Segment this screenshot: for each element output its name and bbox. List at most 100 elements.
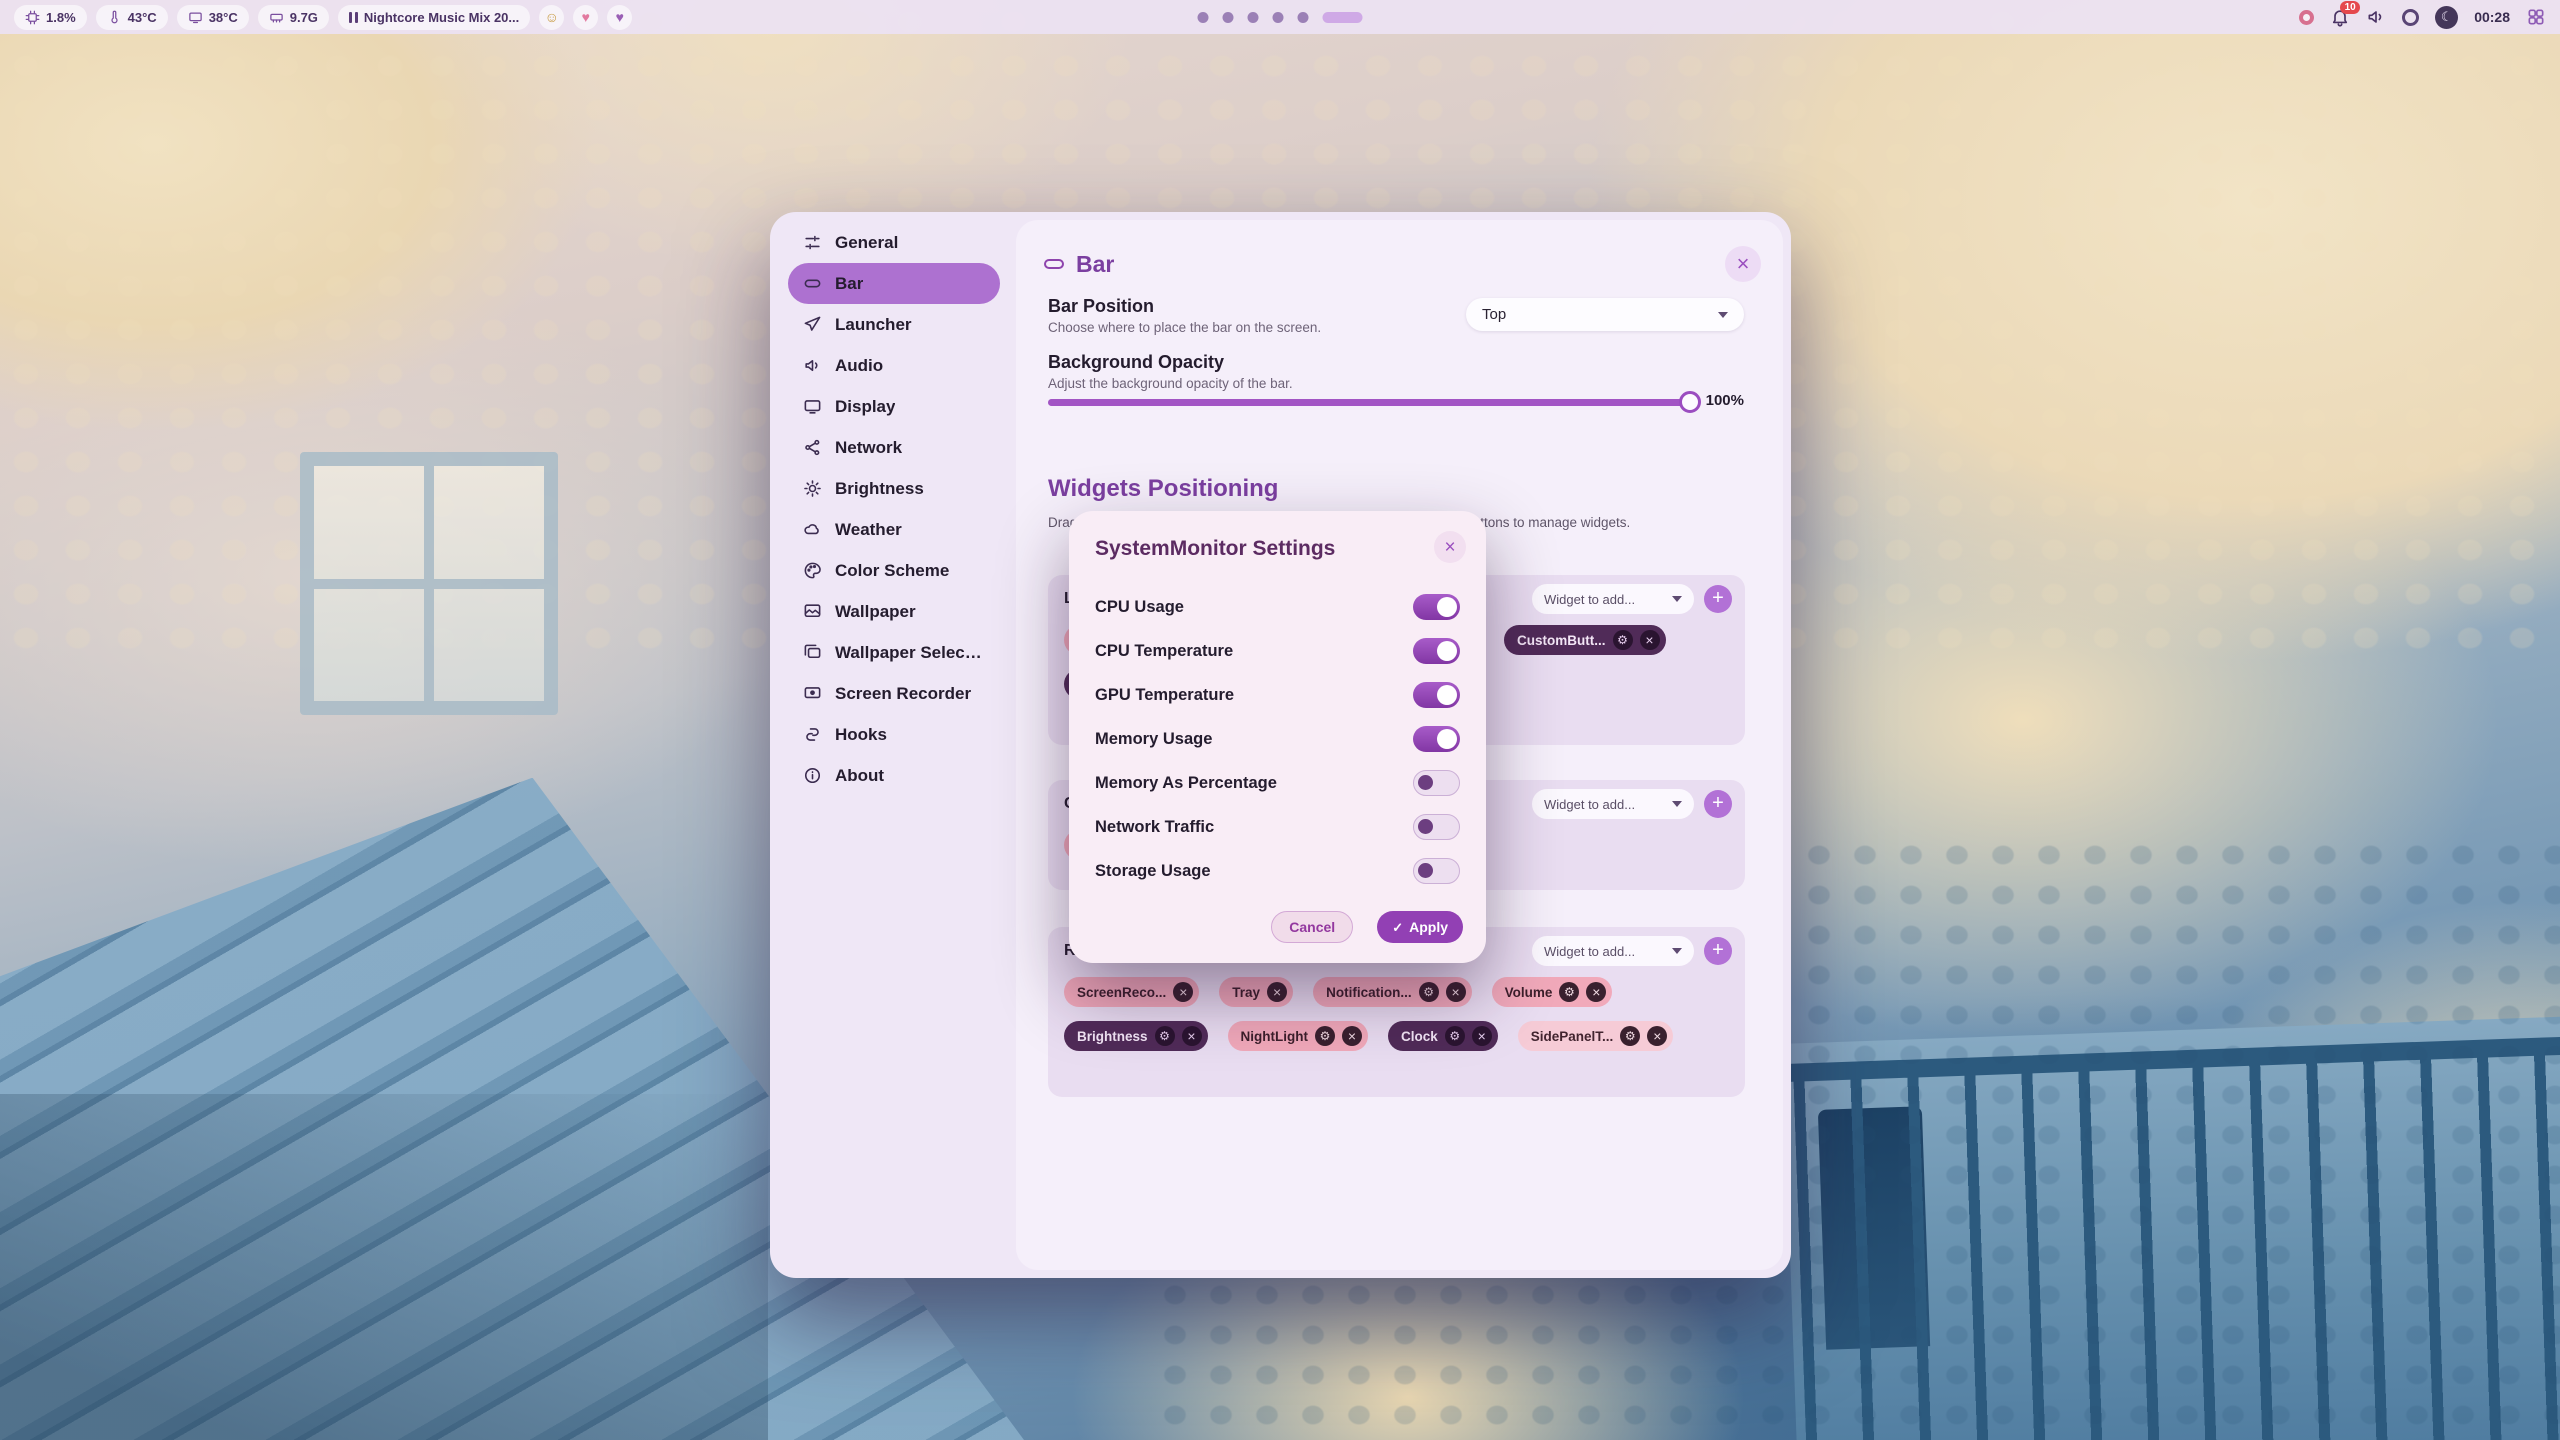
workspace-4[interactable]: [1273, 12, 1284, 23]
chip-settings-button[interactable]: [1559, 982, 1579, 1002]
ram-icon: [269, 10, 284, 25]
sidebar-item-about[interactable]: About: [788, 755, 1000, 796]
cancel-button[interactable]: Cancel: [1271, 911, 1353, 943]
sidebar-item-color-scheme[interactable]: Color Scheme: [788, 550, 1000, 591]
stat-memory[interactable]: 9.7G: [258, 5, 329, 30]
toggle-gpu-temperature[interactable]: [1413, 682, 1460, 708]
brightness-icon: [803, 479, 822, 498]
close-settings-button[interactable]: [1725, 246, 1761, 282]
chip-remove-button[interactable]: [1586, 982, 1606, 1002]
dialog-close-button[interactable]: [1434, 531, 1466, 563]
chip-remove-button[interactable]: [1472, 1026, 1492, 1046]
sidebar-item-screen-recorder[interactable]: Screen Recorder: [788, 673, 1000, 714]
chevron-down-icon: [1672, 948, 1682, 954]
chip-remove-button[interactable]: [1267, 982, 1287, 1002]
sidebar-item-bar[interactable]: Bar: [788, 263, 1000, 304]
widget-chip[interactable]: SidePanelT...: [1518, 1021, 1674, 1051]
media-widget[interactable]: Nightcore Music Mix 20...: [338, 5, 530, 30]
topbar-right-group: 10 00:28: [2299, 6, 2546, 29]
sidebar-item-label: Brightness: [835, 479, 924, 499]
chevron-down-icon: [1672, 801, 1682, 807]
sidebar-item-general[interactable]: General: [788, 222, 1000, 263]
chip-settings-button[interactable]: [1419, 982, 1439, 1002]
audio-icon: [803, 356, 822, 375]
night-light-button[interactable]: [2435, 6, 2458, 29]
stat-value: 43°C: [128, 10, 157, 25]
color-picker-button[interactable]: [2299, 10, 2314, 25]
chip-remove-button[interactable]: [1446, 982, 1466, 1002]
chip-remove-button[interactable]: [1647, 1026, 1667, 1046]
heart-alt-pill[interactable]: ♥: [607, 5, 632, 30]
sidebar-item-hooks[interactable]: Hooks: [788, 714, 1000, 755]
chip-settings-button[interactable]: [1155, 1026, 1175, 1046]
chip-remove-button[interactable]: [1173, 982, 1193, 1002]
workspace-indicator: [1198, 0, 1363, 34]
bar-position-dropdown[interactable]: Top: [1466, 298, 1744, 331]
widget-chip[interactable]: Clock: [1388, 1021, 1498, 1051]
volume-button[interactable]: [2366, 7, 2386, 27]
sidebar-item-label: Launcher: [835, 315, 912, 335]
workspace-6[interactable]: [1323, 12, 1363, 23]
chip-remove-button[interactable]: [1342, 1026, 1362, 1046]
toggle-memory-as-percentage[interactable]: [1413, 770, 1460, 796]
widget-chip[interactable]: CustomButt...: [1504, 625, 1666, 655]
emoji-pill[interactable]: ☺: [539, 5, 564, 30]
chip-settings-button[interactable]: [1620, 1026, 1640, 1046]
widget-chip[interactable]: Brightness: [1064, 1021, 1208, 1051]
stat-cpu-temp[interactable]: 43°C: [96, 5, 168, 30]
workspace-5[interactable]: [1298, 12, 1309, 23]
sidebar-item-display[interactable]: Display: [788, 386, 1000, 427]
chip-settings-button[interactable]: [1613, 630, 1633, 650]
widget-chip[interactable]: NightLight: [1228, 1021, 1368, 1051]
toggle-network-traffic[interactable]: [1413, 814, 1460, 840]
sidebar-item-wallpaper-selector[interactable]: Wallpaper Selector: [788, 632, 1000, 673]
widget-chip[interactable]: Notification...: [1313, 977, 1472, 1007]
background-opacity-description: Adjust the background opacity of the bar…: [1048, 376, 1293, 391]
workspace-2[interactable]: [1223, 12, 1234, 23]
sidebar-item-launcher[interactable]: Launcher: [788, 304, 1000, 345]
sidebar-item-weather[interactable]: Weather: [788, 509, 1000, 550]
speaker-icon: [2366, 7, 2386, 27]
workspace-1[interactable]: [1198, 12, 1209, 23]
sidebar-item-audio[interactable]: Audio: [788, 345, 1000, 386]
widget-chip[interactable]: ScreenReco...: [1064, 977, 1199, 1007]
add-widget-button[interactable]: +: [1704, 790, 1732, 818]
chip-settings-button[interactable]: [1445, 1026, 1465, 1046]
chip-remove-button[interactable]: [1182, 1026, 1202, 1046]
add-widget-button[interactable]: +: [1704, 585, 1732, 613]
clock[interactable]: 00:28: [2474, 9, 2510, 25]
opacity-slider-thumb[interactable]: [1679, 391, 1701, 413]
sidebar-item-brightness[interactable]: Brightness: [788, 468, 1000, 509]
add-widget-dropdown[interactable]: Widget to add...: [1532, 936, 1694, 966]
add-widget-dropdown[interactable]: Widget to add...: [1532, 789, 1694, 819]
toggle-row: CPU Usage: [1095, 585, 1460, 629]
chip-label: Clock: [1401, 1029, 1438, 1044]
notifications-button[interactable]: 10: [2330, 7, 2350, 27]
add-widget-dropdown[interactable]: Widget to add...: [1532, 584, 1694, 614]
widget-chip[interactable]: Tray: [1219, 977, 1293, 1007]
chip-row: ScreenReco... Tray Notification... Volume: [1048, 977, 1745, 1007]
toggle-memory-usage[interactable]: [1413, 726, 1460, 752]
toggle-storage-usage[interactable]: [1413, 858, 1460, 884]
chip-row: Brightness NightLight Clock SidePanelT...: [1048, 1021, 1745, 1051]
app-launcher-button[interactable]: [2526, 7, 2546, 27]
toggle-cpu-usage[interactable]: [1413, 594, 1460, 620]
bar-icon: [803, 274, 822, 293]
toggle-cpu-temperature[interactable]: [1413, 638, 1460, 664]
apply-button[interactable]: Apply: [1377, 911, 1463, 943]
heart-pill[interactable]: ♥: [573, 5, 598, 30]
opacity-slider[interactable]: [1048, 399, 1693, 406]
widget-chip[interactable]: Volume: [1492, 977, 1613, 1007]
sidebar-item-wallpaper[interactable]: Wallpaper: [788, 591, 1000, 632]
add-widget-button[interactable]: +: [1704, 937, 1732, 965]
wallpaper-window: [300, 452, 558, 715]
sidebar-item-label: Bar: [835, 274, 863, 294]
stat-gpu-temp[interactable]: 38°C: [177, 5, 249, 30]
workspace-3[interactable]: [1248, 12, 1259, 23]
stat-cpu-usage[interactable]: 1.8%: [14, 5, 87, 30]
sidebar-item-network[interactable]: Network: [788, 427, 1000, 468]
record-button[interactable]: [2402, 9, 2419, 26]
toggle-label: Network Traffic: [1095, 818, 1214, 837]
chip-settings-button[interactable]: [1315, 1026, 1335, 1046]
chip-remove-button[interactable]: [1640, 630, 1660, 650]
